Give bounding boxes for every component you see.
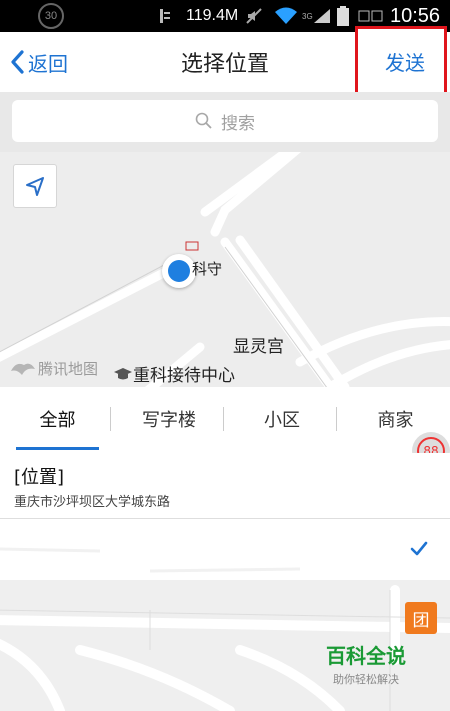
watermark-subtitle: 助你轻松解决 <box>333 673 399 686</box>
map-brand: 腾讯地图 <box>8 358 98 379</box>
group-buy-icon[interactable]: 团 <box>405 602 437 634</box>
map-brand-text: 腾讯地图 <box>38 360 99 378</box>
poi-label-partial: 科守 <box>192 260 223 278</box>
checkmark-icon <box>410 541 428 556</box>
map-view[interactable]: 科守 显灵宫 腾讯地图 重科接待中心 <box>0 152 450 387</box>
list-item-location[interactable]: [位置] 重庆市沙坪坝区大学城东路 <box>0 453 450 519</box>
poi-reception: 重科接待中心 <box>113 361 235 386</box>
blurred-row-lines <box>0 547 301 573</box>
notification-badge: 30 <box>38 0 64 32</box>
send-button[interactable]: 发送 <box>355 26 447 96</box>
send-label: 发送 <box>385 50 425 75</box>
tencent-map-logo-icon <box>11 363 35 375</box>
tab-divider <box>223 407 224 431</box>
notification-count: 30 <box>38 3 64 29</box>
active-tab-indicator <box>16 447 99 450</box>
school-cap-icon <box>114 367 132 379</box>
app-notification-icon <box>158 0 172 32</box>
list-item[interactable] <box>0 519 450 579</box>
watermark: 百科全说 助你轻松解决 <box>326 640 406 687</box>
map-roads <box>0 152 450 387</box>
navigation-arrow-icon <box>26 177 44 196</box>
battery-icon <box>337 0 349 32</box>
category-tabs: 全部 写字楼 小区 商家 <box>0 387 450 454</box>
location-title: [位置] <box>14 467 65 488</box>
locate-me-button[interactable] <box>13 164 57 208</box>
wifi-icon <box>273 0 299 32</box>
search-area: 搜索 <box>0 92 450 152</box>
data-usage: 119.4M <box>186 7 239 24</box>
tab-residential[interactable]: 小区 <box>228 387 336 451</box>
location-address: 重庆市沙坪坝区大学城东路 <box>14 495 171 510</box>
tab-divider <box>110 407 111 431</box>
current-location-marker <box>162 254 196 288</box>
tab-office[interactable]: 写字楼 <box>115 387 223 451</box>
mute-icon <box>245 0 263 32</box>
watermark-title: 百科全说 <box>326 644 406 668</box>
poi-label-temple: 显灵宫 <box>233 337 284 357</box>
signal-icon <box>312 0 332 32</box>
search-placeholder: 搜索 <box>221 113 255 134</box>
poi-label-reception: 重科接待中心 <box>133 366 235 386</box>
tab-all[interactable]: 全部 <box>16 387 99 451</box>
tab-divider <box>336 407 337 431</box>
search-icon <box>195 112 212 129</box>
search-input[interactable]: 搜索 <box>12 100 438 142</box>
